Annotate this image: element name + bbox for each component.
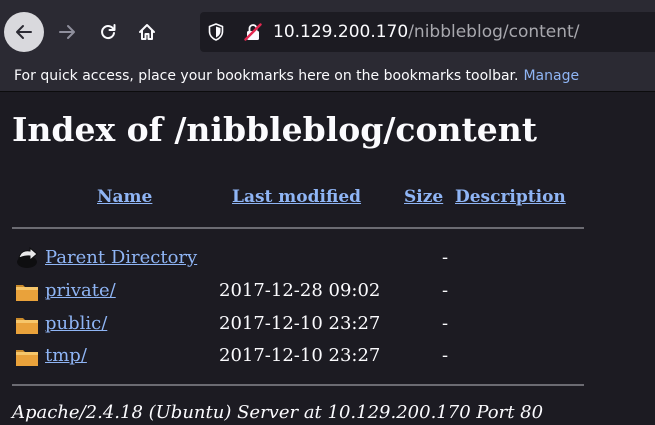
url-bar[interactable]: 10.129.200.170/nibbleblog/content/ bbox=[200, 12, 655, 52]
size-cell: - bbox=[442, 313, 449, 334]
server-signature: Apache/2.4.18 (Ubuntu) Server at 10.129.… bbox=[12, 402, 544, 423]
forward-button[interactable] bbox=[47, 12, 87, 52]
column-header-description[interactable]: Description bbox=[455, 186, 566, 208]
folder-icon bbox=[16, 350, 38, 366]
manage-bookmarks-link[interactable]: Manage bbox=[523, 68, 579, 84]
arrow-left-icon bbox=[16, 25, 32, 39]
browser-toolbar: 10.129.200.170/nibbleblog/content/ bbox=[0, 0, 655, 62]
size-cell: - bbox=[442, 345, 449, 366]
reload-button[interactable] bbox=[88, 12, 128, 52]
folder-icon bbox=[16, 318, 38, 334]
directory-link-private[interactable]: private/ bbox=[45, 279, 116, 303]
back-arrow-icon bbox=[17, 247, 38, 268]
folder-icon bbox=[16, 285, 38, 301]
bottom-divider bbox=[12, 384, 584, 386]
directory-listing-page: Index of /nibbleblog/content Name Last m… bbox=[0, 92, 655, 425]
url-path: /nibbleblog/content/ bbox=[408, 22, 580, 42]
directory-link-public[interactable]: public/ bbox=[45, 312, 107, 336]
page-title: Index of /nibbleblog/content bbox=[12, 110, 537, 149]
shield-icon[interactable] bbox=[208, 23, 224, 41]
table-row: private/ 2017-12-28 09:02 - bbox=[0, 277, 655, 305]
reload-icon bbox=[101, 24, 116, 40]
column-header-last-modified[interactable]: Last modified bbox=[232, 186, 361, 208]
table-row: Parent Directory - bbox=[0, 244, 655, 272]
directory-link-tmp[interactable]: tmp/ bbox=[45, 344, 87, 368]
last-modified-cell: 2017-12-10 23:27 bbox=[219, 313, 381, 334]
last-modified-cell: 2017-12-28 09:02 bbox=[219, 280, 381, 301]
back-button[interactable] bbox=[4, 12, 44, 52]
top-divider bbox=[12, 227, 584, 229]
parent-directory-link[interactable]: Parent Directory bbox=[45, 246, 197, 270]
size-cell: - bbox=[442, 280, 449, 301]
insecure-lock-icon[interactable] bbox=[244, 23, 262, 41]
bookmarks-hint-text: For quick access, place your bookmarks h… bbox=[14, 68, 519, 84]
bookmarks-bar: For quick access, place your bookmarks h… bbox=[0, 62, 655, 92]
last-modified-cell: 2017-12-10 23:27 bbox=[219, 345, 381, 366]
url-host: 10.129.200.170 bbox=[273, 22, 409, 42]
bookmarks-hint: For quick access, place your bookmarks h… bbox=[14, 66, 579, 86]
table-row: public/ 2017-12-10 23:27 - bbox=[0, 310, 655, 338]
table-row: tmp/ 2017-12-10 23:27 - bbox=[0, 342, 655, 370]
url-text[interactable]: 10.129.200.170/nibbleblog/content/ bbox=[273, 21, 579, 43]
home-icon bbox=[139, 24, 155, 40]
home-button[interactable] bbox=[127, 12, 167, 52]
column-header-name[interactable]: Name bbox=[97, 186, 152, 208]
column-header-size[interactable]: Size bbox=[404, 186, 443, 208]
arrow-right-icon bbox=[59, 25, 75, 39]
size-cell: - bbox=[442, 247, 449, 268]
